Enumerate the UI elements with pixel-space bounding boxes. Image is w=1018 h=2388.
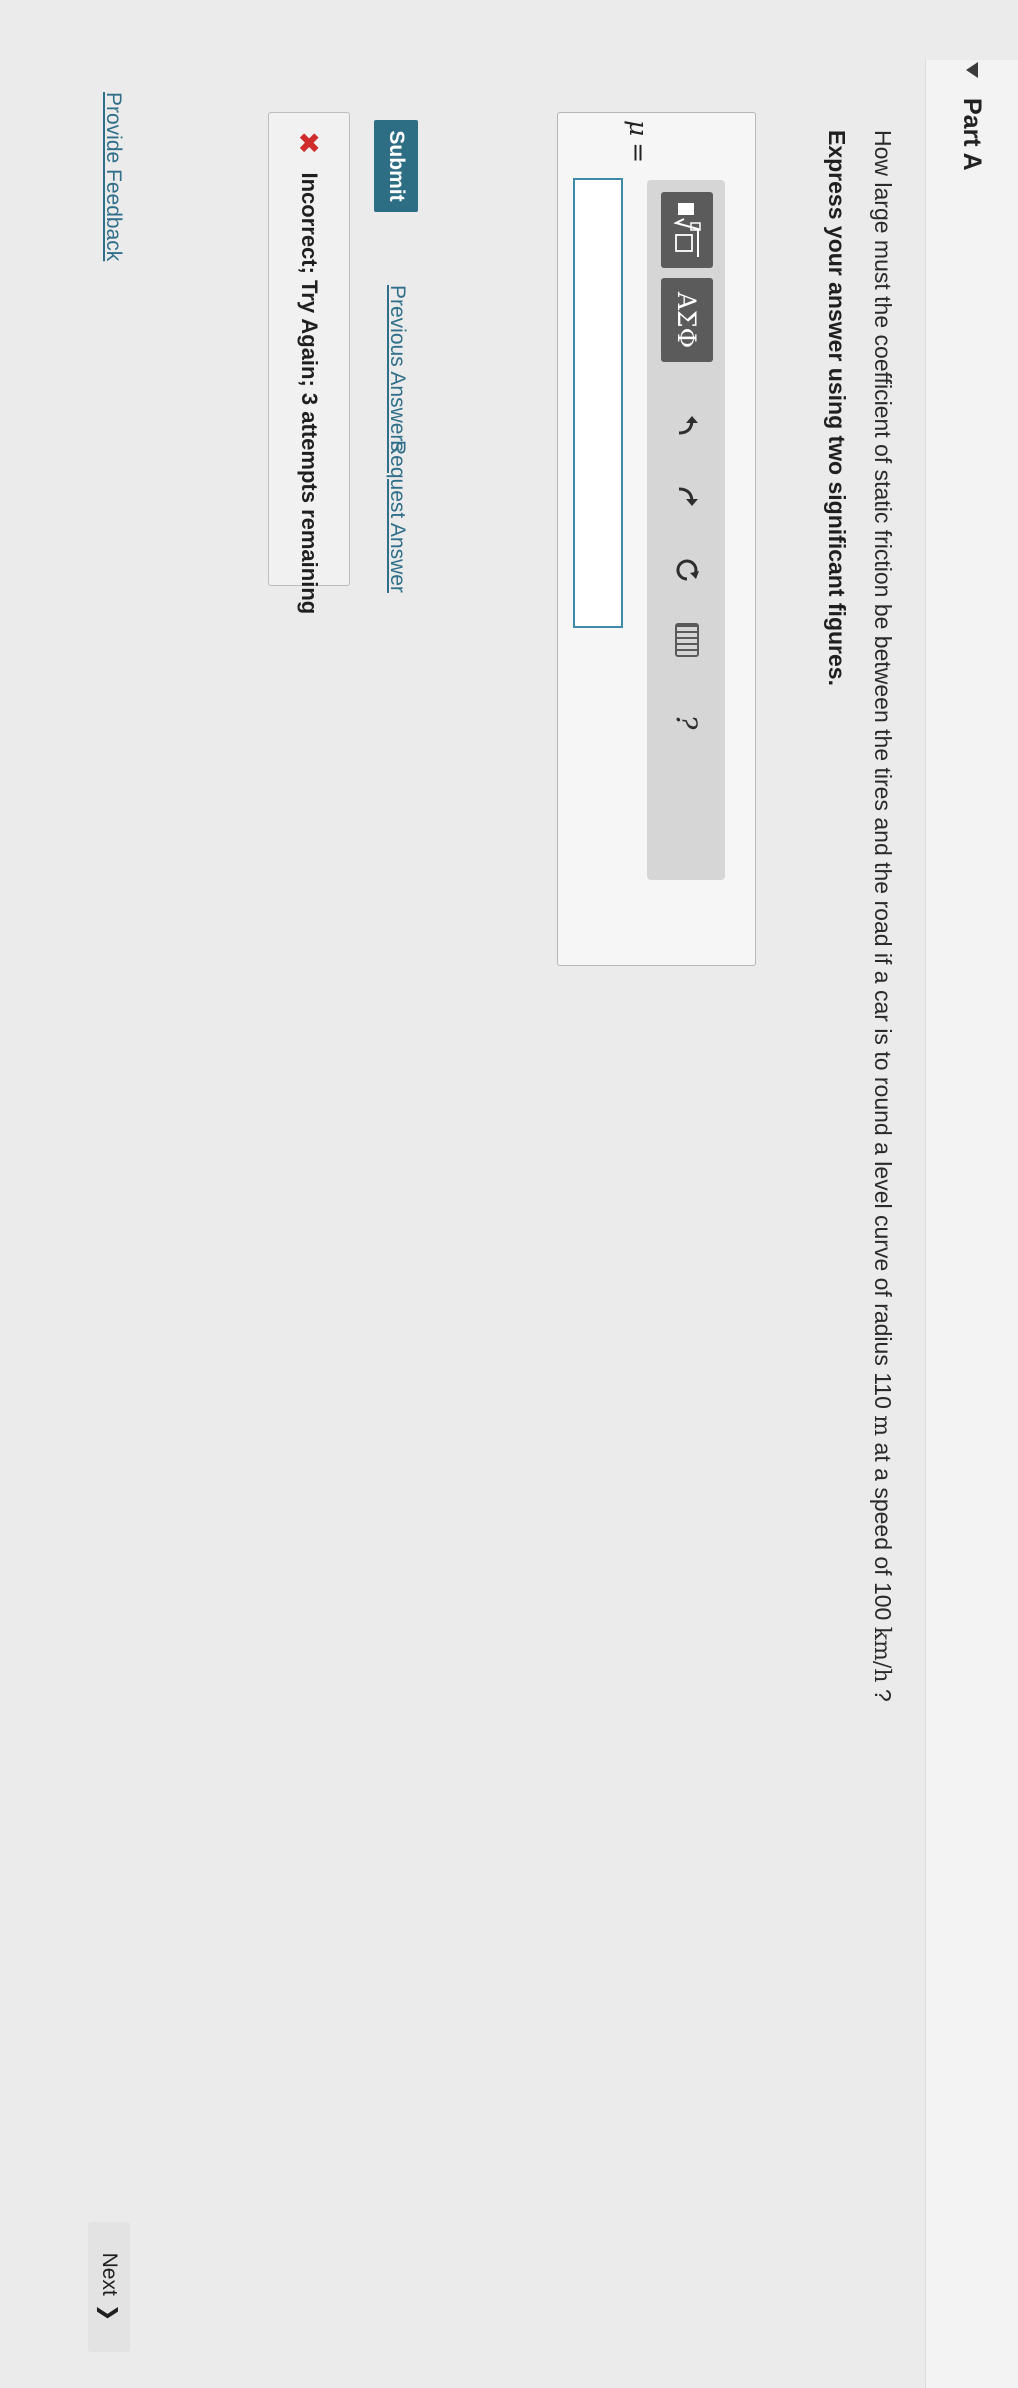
templates-button[interactable]: [661, 192, 713, 268]
answer-input[interactable]: [573, 178, 623, 628]
radius-unit: m: [869, 1415, 894, 1437]
keyboard-icon[interactable]: [661, 620, 713, 660]
math-toolbar: ΑΣΦ ?: [647, 180, 725, 880]
feedback-box: ✖ Incorrect; Try Again; 3 attempts remai…: [268, 112, 350, 614]
collapse-caret-icon[interactable]: [966, 62, 978, 78]
question-text: How large must the coefficient of static…: [869, 130, 896, 1702]
templates-icon: [673, 203, 701, 257]
provide-feedback-link[interactable]: Provide Feedback: [101, 92, 125, 261]
request-answer-link[interactable]: Request Answer: [385, 440, 409, 593]
submit-button[interactable]: Submit: [374, 120, 418, 212]
redo-icon[interactable]: [661, 477, 713, 517]
greek-symbols-button[interactable]: ΑΣΦ: [661, 278, 713, 362]
next-button[interactable]: Next ❯: [88, 2222, 130, 2352]
question-instruction: Express your answer using two significan…: [824, 130, 850, 686]
speed-unit: km/h: [869, 1626, 894, 1683]
part-header[interactable]: Part A: [925, 60, 1018, 2388]
next-label: Next: [98, 2252, 121, 2296]
x-icon: ✖: [293, 131, 325, 155]
reset-icon[interactable]: [661, 550, 713, 590]
answer-variable-label: μ=: [624, 120, 653, 164]
part-title: Part A: [958, 98, 987, 171]
help-button[interactable]: ?: [661, 702, 713, 742]
feedback-message: Incorrect; Try Again; 3 attempts remaini…: [297, 172, 322, 615]
keyboard-glyph: [675, 623, 699, 657]
previous-answers-link[interactable]: Previous Answers: [385, 285, 409, 452]
undo-icon[interactable]: [661, 405, 713, 445]
chevron-right-icon: ❯: [97, 2303, 121, 2322]
page-frame: Part A How large must the coefficient of…: [0, 0, 1018, 2388]
